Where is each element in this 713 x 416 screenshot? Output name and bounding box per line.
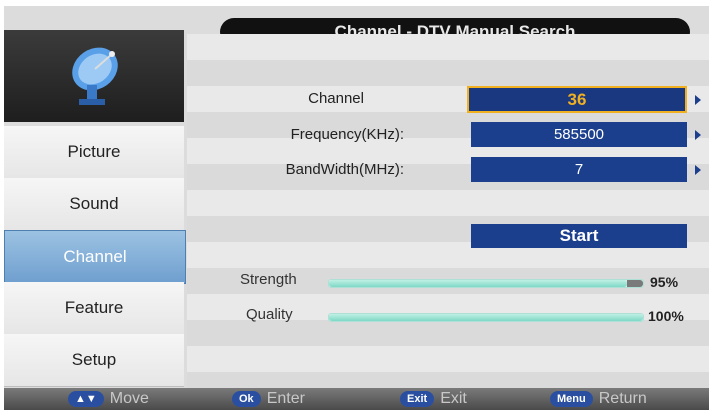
- quality-value: 100%: [648, 308, 684, 324]
- quality-meter-fill: [329, 314, 643, 321]
- menu-key-icon: Menu: [550, 391, 593, 407]
- bandwidth-next-arrow-icon[interactable]: [695, 165, 701, 175]
- tv-menu-screen: Channel - DTV Manual Search Picture Soun…: [4, 6, 709, 410]
- exit-key-icon: Exit: [400, 391, 435, 407]
- hint-exit: Exit Exit: [400, 390, 467, 408]
- channel-next-arrow-icon[interactable]: [695, 95, 701, 105]
- channel-label: Channel: [308, 90, 364, 107]
- frequency-field[interactable]: 585500: [471, 122, 687, 147]
- frequency-label: Frequency(KHz):: [290, 126, 404, 143]
- strength-meter: [328, 279, 644, 288]
- channel-field[interactable]: 36: [467, 86, 687, 113]
- exit-label: Exit: [440, 390, 467, 407]
- frequency-next-arrow-icon[interactable]: [695, 130, 701, 140]
- ok-key-icon: Ok: [232, 391, 261, 407]
- bandwidth-field[interactable]: 7: [471, 157, 687, 182]
- bandwidth-label: BandWidth(MHz):: [285, 161, 404, 178]
- strength-meter-remainder: [627, 280, 643, 287]
- strength-meter-fill: [329, 280, 627, 287]
- hint-return: Menu Return: [550, 390, 647, 408]
- start-button[interactable]: Start: [471, 224, 687, 248]
- bottom-hint-bar: ▲▼ Move Ok Enter Exit Exit Menu Return: [4, 388, 709, 410]
- satellite-dish-icon: [72, 47, 118, 105]
- sidebar-item-channel[interactable]: Channel: [4, 230, 186, 284]
- strength-value: 95%: [650, 274, 679, 290]
- quality-label: Quality: [246, 306, 293, 323]
- sidebar-item-sound[interactable]: Sound: [4, 178, 184, 231]
- enter-label: Enter: [266, 390, 305, 407]
- hint-enter: Ok Enter: [232, 390, 305, 408]
- sidebar-item-setup[interactable]: Setup: [4, 334, 184, 387]
- hint-move: ▲▼ Move: [68, 390, 149, 408]
- sidebar-item-picture[interactable]: Picture: [4, 126, 184, 179]
- strength-label: Strength: [240, 271, 297, 288]
- move-key-icon: ▲▼: [68, 391, 104, 407]
- move-label: Move: [109, 390, 149, 407]
- quality-meter: [328, 313, 644, 322]
- sidebar: Picture Sound Channel Feature Setup: [4, 30, 186, 387]
- sidebar-item-feature[interactable]: Feature: [4, 282, 184, 335]
- return-label: Return: [598, 390, 647, 407]
- category-icon-panel: [4, 30, 184, 122]
